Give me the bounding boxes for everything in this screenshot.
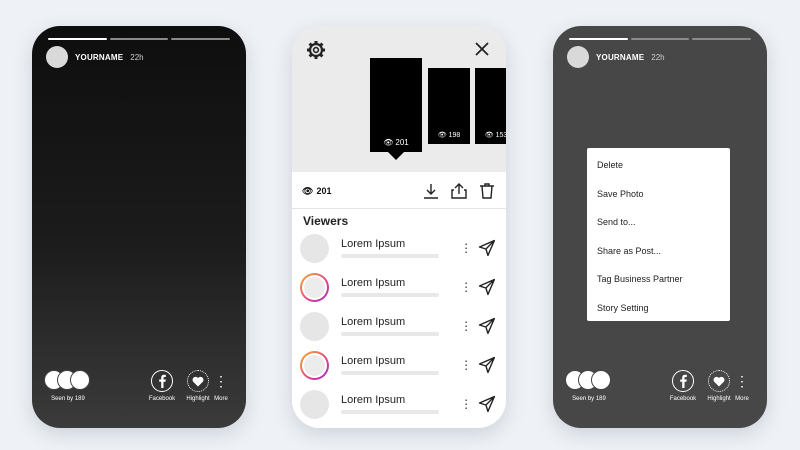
story-screen-left[interactable]: YOURNAME 22h Seen by 189 Facebook Highli… — [32, 26, 246, 428]
trash-icon[interactable] — [478, 182, 496, 200]
send-icon[interactable] — [478, 356, 496, 374]
story-progress — [48, 38, 231, 40]
selected-pointer — [388, 152, 404, 160]
more-button[interactable]: ⋮ More — [208, 370, 234, 402]
viewer-name[interactable]: Lorem Ipsum — [341, 277, 440, 289]
download-icon[interactable] — [422, 182, 440, 200]
close-icon[interactable] — [475, 42, 489, 56]
eye-icon: 👁 — [383, 138, 394, 147]
seen-by-button[interactable]: Seen by 189 — [565, 370, 625, 402]
viewer-info: Lorem Ipsum — [341, 277, 440, 297]
story-header: YOURNAME 22h — [567, 46, 665, 68]
viewer-subtext-placeholder — [341, 410, 439, 414]
more-icon[interactable]: ⋮ — [460, 397, 472, 411]
avatar[interactable] — [300, 350, 329, 380]
menu-item-share-as-post[interactable]: Share as Post... — [587, 237, 730, 266]
viewer-subtext-placeholder — [341, 371, 439, 375]
viewer-info: Lorem Ipsum — [341, 238, 440, 258]
viewer-subtext-placeholder — [341, 332, 439, 336]
viewer-name[interactable]: Lorem Ipsum — [341, 316, 440, 328]
post-time: 22h — [651, 52, 665, 62]
seen-by-button[interactable]: Seen by 189 — [44, 370, 104, 402]
viewer-name[interactable]: Lorem Ipsum — [341, 394, 440, 406]
username[interactable]: YOURNAME — [596, 53, 644, 62]
view-count-value: 201 — [316, 186, 332, 196]
seen-by-label: Seen by 189 — [572, 396, 606, 402]
eye-icon: 👁 — [484, 132, 494, 139]
avatar[interactable] — [300, 272, 329, 302]
more-icon: ⋮ — [735, 373, 749, 389]
avatar[interactable] — [567, 46, 589, 68]
thumbnail-views: 198 — [448, 132, 461, 139]
send-icon[interactable] — [478, 239, 496, 257]
viewer-avatars — [44, 370, 104, 392]
avatar[interactable] — [300, 311, 329, 341]
facebook-label: Facebook — [148, 396, 176, 402]
story-footer: Seen by 189 Facebook Highlight ⋮ More — [44, 370, 236, 414]
gear-icon[interactable] — [306, 40, 326, 60]
story-header: YOURNAME 22h — [46, 46, 144, 68]
heart-icon — [708, 370, 730, 392]
story-screen-right[interactable]: YOURNAME 22h Delete Save Photo Send to..… — [553, 26, 767, 428]
more-icon[interactable]: ⋮ — [460, 358, 472, 372]
more-label: More — [214, 396, 228, 402]
seen-by-label: Seen by 189 — [51, 396, 85, 402]
story-progress — [569, 38, 752, 40]
heart-icon — [187, 370, 209, 392]
more-icon[interactable]: ⋮ — [460, 241, 472, 255]
more-icon: ⋮ — [214, 373, 228, 389]
viewer-name[interactable]: Lorem Ipsum — [341, 355, 440, 367]
send-icon[interactable] — [478, 317, 496, 335]
story-thumbnail[interactable]: 👁 153 — [475, 68, 506, 144]
share-icon[interactable] — [450, 182, 468, 200]
viewer-row[interactable]: Lorem Ipsum ⋮ — [300, 387, 496, 421]
send-icon[interactable] — [478, 278, 496, 296]
facebook-button[interactable]: Facebook — [146, 370, 178, 402]
facebook-icon — [151, 370, 173, 392]
avatar[interactable] — [300, 233, 329, 263]
viewers-title: Viewers — [303, 214, 349, 228]
thumbnail-views: 201 — [395, 138, 409, 147]
viewer-row[interactable]: Lorem Ipsum ⋮ — [300, 348, 496, 382]
facebook-label: Facebook — [669, 396, 697, 402]
story-thumbnail[interactable]: 👁 201 — [370, 58, 422, 152]
story-thumbnail[interactable]: 👁 198 — [428, 68, 470, 144]
viewer-info: Lorem Ipsum — [341, 394, 440, 414]
viewers-screen: 👁 201 👁 198 👁 153 👁 201 Viewers Lorem Ip… — [292, 26, 506, 428]
menu-item-story-setting[interactable]: Story Setting — [587, 294, 730, 323]
viewer-subtext-placeholder — [341, 254, 439, 258]
menu-item-save-photo[interactable]: Save Photo — [587, 180, 730, 209]
more-icon[interactable]: ⋮ — [460, 280, 472, 294]
username[interactable]: YOURNAME — [75, 53, 123, 62]
viewer-info: Lorem Ipsum — [341, 355, 440, 375]
options-menu: Delete Save Photo Send to... Share as Po… — [587, 148, 730, 321]
story-footer: Seen by 189 Facebook Highlight ⋮ More — [565, 370, 757, 414]
stats-row: 👁 201 — [302, 178, 496, 204]
view-count: 👁 201 — [302, 186, 331, 197]
avatar[interactable] — [46, 46, 68, 68]
facebook-button[interactable]: Facebook — [667, 370, 699, 402]
send-icon[interactable] — [478, 395, 496, 413]
more-button[interactable]: ⋮ More — [729, 370, 755, 402]
menu-item-delete[interactable]: Delete — [587, 151, 730, 180]
eye-icon: 👁 — [302, 185, 314, 196]
viewer-row[interactable]: Lorem Ipsum ⋮ — [300, 231, 496, 265]
viewer-avatars — [565, 370, 625, 392]
more-icon[interactable]: ⋮ — [460, 319, 472, 333]
viewer-subtext-placeholder — [341, 293, 439, 297]
menu-item-send-to[interactable]: Send to... — [587, 208, 730, 237]
viewer-row[interactable]: Lorem Ipsum ⋮ — [300, 309, 496, 343]
facebook-icon — [672, 370, 694, 392]
viewer-name[interactable]: Lorem Ipsum — [341, 238, 440, 250]
divider — [292, 208, 506, 209]
avatar[interactable] — [300, 389, 329, 419]
post-time: 22h — [130, 52, 144, 62]
eye-icon: 👁 — [437, 132, 447, 139]
viewer-row[interactable]: Lorem Ipsum ⋮ — [300, 270, 496, 304]
more-label: More — [735, 396, 749, 402]
menu-item-tag-business-partner[interactable]: Tag Business Partner — [587, 265, 730, 294]
thumbnail-views: 153 — [495, 132, 506, 139]
viewer-info: Lorem Ipsum — [341, 316, 440, 336]
